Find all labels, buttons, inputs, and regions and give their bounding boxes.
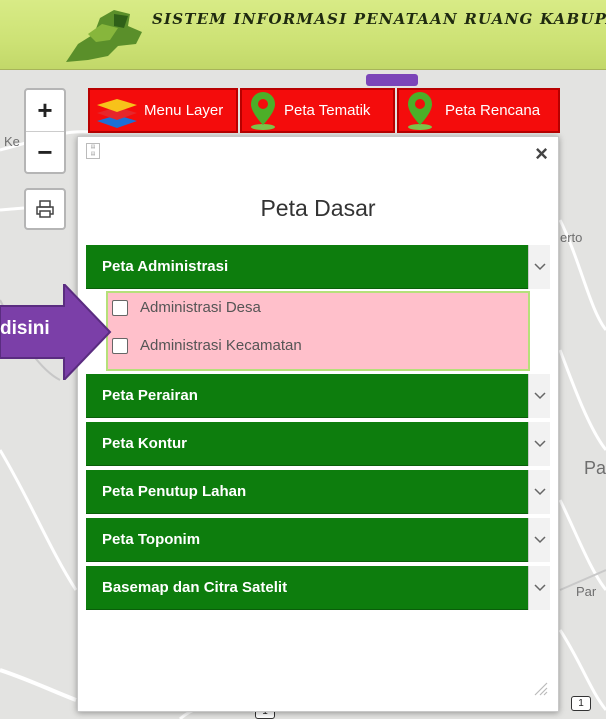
chevron-down-icon[interactable] (528, 566, 550, 610)
section-peta-toponim[interactable]: Peta Toponim (86, 518, 550, 562)
checkbox-administrasi-kecamatan[interactable] (112, 337, 128, 354)
map-label: Par (576, 584, 597, 599)
app-header: SISTEM INFORMASI PENATAAN RUANG KABUPAT (0, 0, 606, 70)
tab-label: Peta Tematik (284, 102, 371, 119)
map-label: Pa (584, 458, 606, 478)
map-pin-icon (248, 91, 278, 131)
tab-menu-layer[interactable]: Menu Layer (88, 88, 238, 133)
list-item[interactable]: Administrasi Desa (112, 299, 261, 316)
layer-panel: ▤ ▤ × Peta Dasar Peta Administrasi Admini… (77, 136, 559, 712)
panel-title: Peta Dasar (260, 195, 376, 221)
administrasi-list: Administrasi Desa Administrasi Kecamatan (106, 291, 530, 371)
layers-icon (96, 93, 138, 129)
tab-label: Peta Rencana (445, 102, 541, 119)
tab-peta-tematik[interactable]: Peta Tematik (240, 88, 395, 133)
section-label: Peta Administrasi (102, 258, 229, 275)
item-label: Administrasi Kecamatan (140, 337, 302, 354)
section-label: Peta Kontur (102, 435, 188, 452)
printer-icon (36, 200, 54, 218)
section-basemap-citra-satelit[interactable]: Basemap dan Citra Satelit (86, 566, 550, 610)
chevron-down-icon[interactable] (528, 518, 550, 562)
checkbox-administrasi-desa[interactable] (112, 299, 128, 316)
section-peta-penutup-lahan[interactable]: Peta Penutup Lahan (86, 470, 550, 514)
chevron-down-icon[interactable] (528, 470, 550, 514)
zoom-out-button[interactable]: − (26, 131, 64, 172)
close-button[interactable]: × (535, 141, 548, 167)
zoom-in-button[interactable]: + (26, 90, 64, 131)
resize-handle-icon[interactable] (534, 682, 548, 701)
road-number-badge: 1 (571, 696, 591, 711)
chevron-down-icon[interactable] (528, 422, 550, 466)
list-item[interactable]: Administrasi Kecamatan (112, 337, 302, 354)
tab-peta-rencana[interactable]: Peta Rencana (397, 88, 560, 133)
section-label: Basemap dan Citra Satelit (102, 579, 288, 596)
logo-icon (66, 10, 142, 62)
chevron-down-icon[interactable] (528, 245, 550, 289)
item-label: Administrasi Desa (140, 299, 261, 316)
print-button[interactable] (24, 188, 66, 230)
section-label: Peta Penutup Lahan (102, 483, 247, 500)
toolbar-drag-handle[interactable] (366, 74, 418, 86)
app-title: SISTEM INFORMASI PENATAAN RUANG KABUPAT (152, 10, 606, 28)
zoom-control: + − (24, 88, 66, 174)
chevron-down-icon[interactable] (528, 374, 550, 418)
section-peta-kontur[interactable]: Peta Kontur (86, 422, 550, 466)
section-label: Peta Toponim (102, 531, 201, 548)
map-label: Ke (4, 134, 20, 149)
tab-label: Menu Layer (144, 102, 224, 119)
section-label: Peta Perairan (102, 387, 198, 404)
panel-thumbnail-icon: ▤ ▤ (86, 143, 100, 159)
section-peta-administrasi[interactable]: Peta Administrasi (86, 245, 550, 289)
map-pin-icon (405, 91, 435, 131)
section-peta-perairan[interactable]: Peta Perairan (86, 374, 550, 418)
map-label: erto (560, 230, 583, 245)
annotation-label: disini (0, 318, 50, 339)
